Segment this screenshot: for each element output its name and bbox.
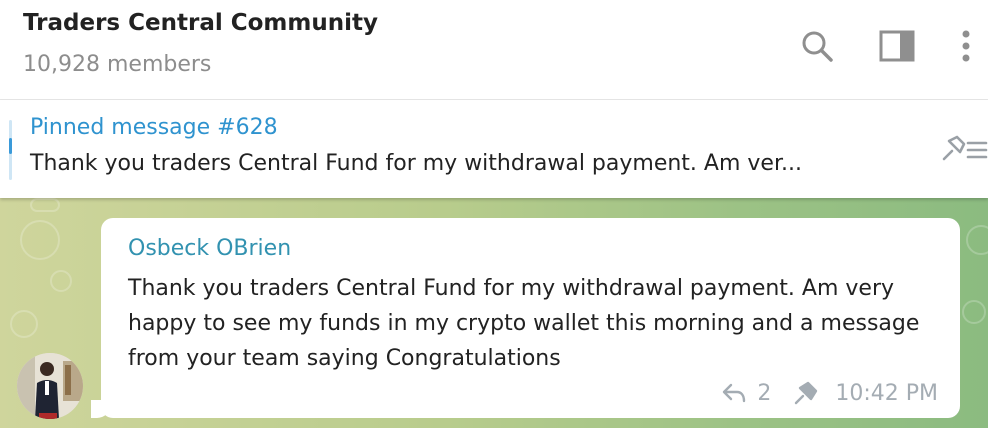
search-icon — [802, 31, 833, 62]
pin-icon — [795, 381, 818, 405]
wallpaper-doodle — [50, 270, 72, 292]
pinned-indicator-active — [9, 138, 12, 154]
sidebar-toggle-button[interactable] — [879, 28, 915, 64]
message-time: 10:42 PM — [835, 380, 938, 406]
member-count: 10,928 members — [23, 52, 212, 77]
sender-name[interactable]: Osbeck OBrien — [128, 236, 291, 261]
more-vertical-icon — [962, 30, 970, 62]
pinned-text: Thank you traders Central Fund for my wi… — [30, 151, 802, 176]
chat-title[interactable]: Traders Central Community — [23, 10, 378, 36]
reply-icon — [723, 383, 746, 403]
message-meta: 2 10:42 PM — [721, 380, 938, 406]
wallpaper-doodle — [10, 310, 38, 338]
wallpaper-doodle — [30, 198, 60, 212]
wallpaper-doodle — [966, 225, 988, 255]
message-text: Thank you traders Central Fund for my wi… — [128, 276, 920, 371]
replies-button[interactable]: 2 — [721, 381, 771, 406]
message-bubble[interactable]: Osbeck OBrien Thank you traders Central … — [101, 218, 960, 418]
wallpaper-doodle — [20, 220, 60, 260]
search-button[interactable] — [799, 28, 835, 64]
reply-count: 2 — [757, 380, 772, 406]
sidebar-toggle-icon — [879, 30, 915, 62]
pinned-message-bar[interactable]: Pinned message #628 Thank you traders Ce… — [0, 100, 988, 198]
pinned-list-button[interactable] — [938, 132, 988, 166]
wallpaper-doodle — [962, 300, 986, 324]
pinned-title: Pinned message #628 — [30, 115, 278, 140]
sender-avatar[interactable] — [17, 353, 83, 419]
pin-list-icon — [942, 135, 988, 161]
more-menu-button[interactable] — [948, 28, 984, 64]
chat-header: Traders Central Community 10,928 members — [0, 0, 988, 100]
avatar-photo — [17, 353, 83, 419]
